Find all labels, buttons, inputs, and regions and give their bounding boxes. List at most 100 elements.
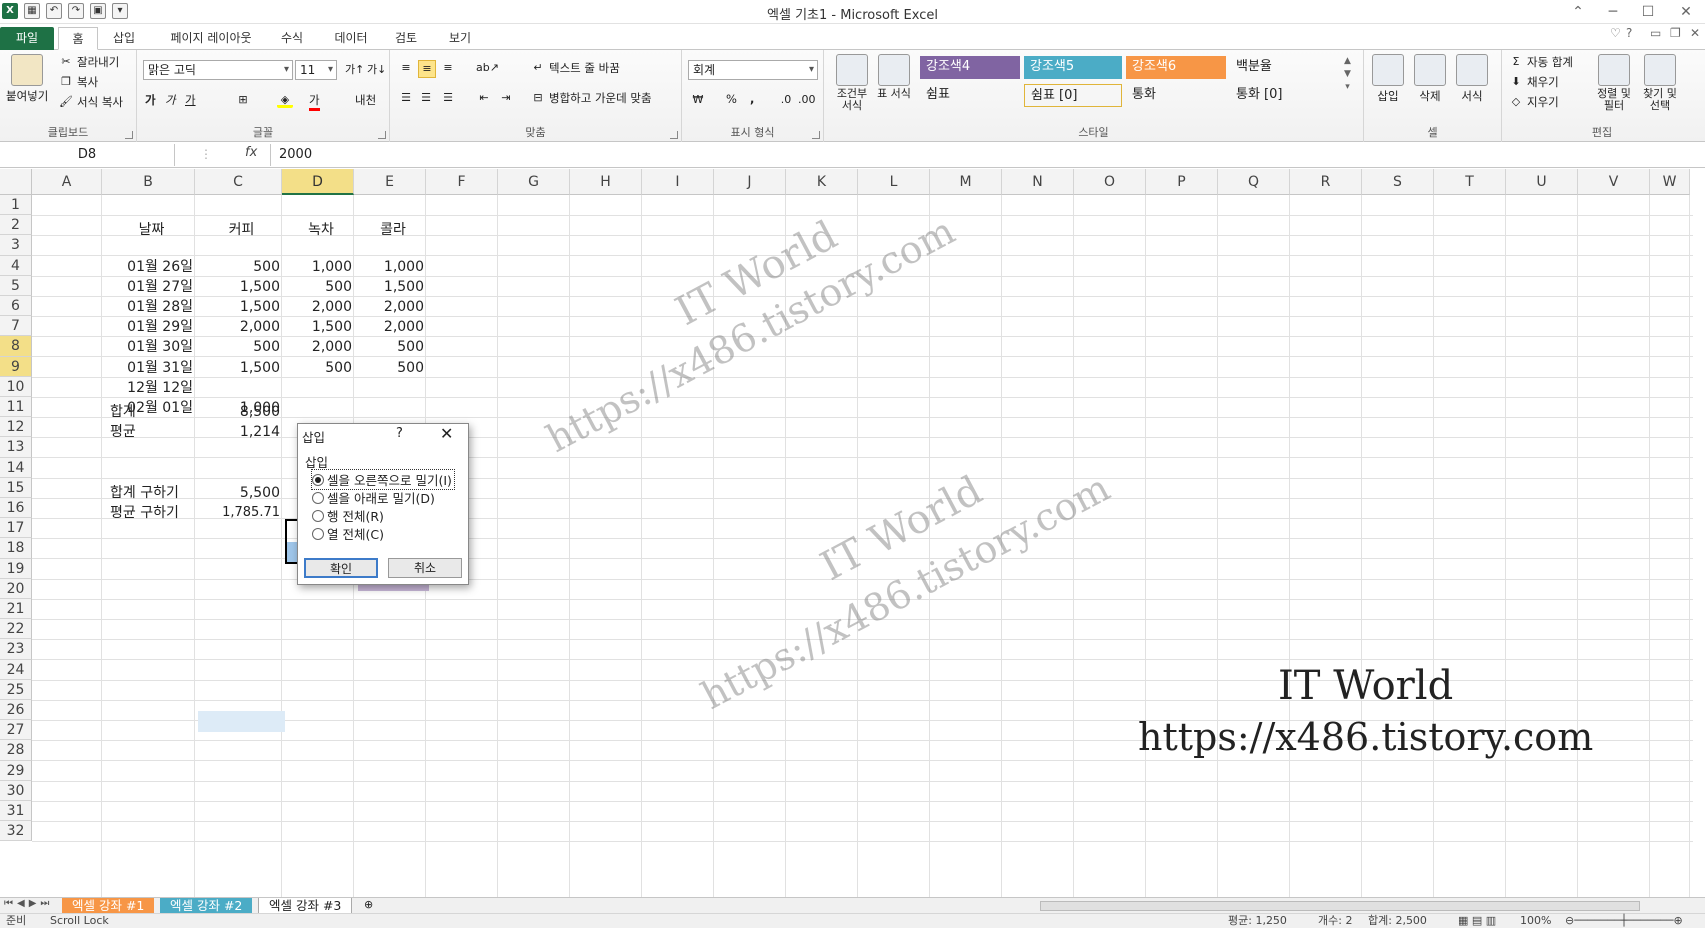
dialog-help-button[interactable]: ? xyxy=(396,426,403,441)
style-accent6[interactable]: 강조색6 xyxy=(1126,56,1226,79)
align-center-button[interactable]: ☰ xyxy=(418,90,434,106)
header-date[interactable]: 날짜 xyxy=(105,219,198,241)
row-header-32[interactable]: 32 xyxy=(0,821,32,842)
tab-file[interactable]: 파일 xyxy=(0,27,54,50)
style-accent4[interactable]: 강조색4 xyxy=(920,56,1020,79)
font-name-combo[interactable]: 맑은 고딕 xyxy=(143,60,293,80)
style-percent[interactable]: 백분율 xyxy=(1230,56,1330,79)
tab-formulas[interactable]: 수식 xyxy=(272,27,312,50)
fx-icon[interactable]: fx xyxy=(245,145,257,160)
style-accent5[interactable]: 강조색5 xyxy=(1024,56,1122,79)
cell-coffee[interactable]: 1,500 xyxy=(198,276,285,298)
bold-button[interactable]: 가 xyxy=(145,92,156,108)
total-label[interactable]: 합계 xyxy=(105,401,198,423)
increase-indent-button[interactable]: ⇥ xyxy=(498,90,514,106)
shrink-font-button[interactable]: 가↓ xyxy=(367,62,386,78)
cell-cola[interactable]: 2,000 xyxy=(357,316,429,338)
row-header-16[interactable]: 16 xyxy=(0,498,32,519)
average-value[interactable]: 1,214 xyxy=(198,421,285,443)
row-header-2[interactable]: 2 xyxy=(0,215,32,236)
view-buttons-icon[interactable]: ▦ ▤ ▥ xyxy=(1458,914,1496,928)
cell-coffee[interactable]: 1,500 xyxy=(198,357,285,379)
row-header-11[interactable]: 11 xyxy=(0,397,32,418)
row-header-9[interactable]: 9 xyxy=(0,356,32,377)
total-value[interactable]: 8,500 xyxy=(198,401,285,423)
number-format-combo[interactable]: 회계 xyxy=(688,60,818,80)
header-cola[interactable]: 콜라 xyxy=(357,219,429,241)
sum-calc-label[interactable]: 합계 구하기 xyxy=(105,482,198,504)
format-cells-button[interactable]: 서식 xyxy=(1456,54,1488,104)
sort-filter-button[interactable]: 정렬 및 필터 xyxy=(1594,54,1634,112)
cell-tea[interactable]: 500 xyxy=(285,276,357,298)
row-header-20[interactable]: 20 xyxy=(0,578,32,599)
row-header-14[interactable]: 14 xyxy=(0,457,32,478)
underline-button[interactable]: 가 xyxy=(185,92,196,108)
cell-cola[interactable]: 500 xyxy=(357,336,429,358)
column-header-c[interactable]: C xyxy=(195,169,282,195)
horizontal-scrollbar[interactable] xyxy=(1040,901,1640,911)
cell-cola[interactable]: 1,000 xyxy=(357,256,429,278)
new-sheet-icon[interactable]: ⊕ xyxy=(364,898,373,911)
row-header-29[interactable]: 29 xyxy=(0,760,32,781)
radio-entire-column[interactable]: 열 전체(C) xyxy=(312,524,384,543)
align-top-button[interactable]: ≡ xyxy=(398,60,414,76)
tab-view[interactable]: 보기 xyxy=(440,27,480,50)
average-label[interactable]: 평균 xyxy=(105,421,198,443)
column-header-s[interactable]: S xyxy=(1362,169,1434,195)
maximize-button[interactable]: ☐ xyxy=(1630,2,1666,22)
column-header-v[interactable]: V xyxy=(1578,169,1650,195)
cell-tea[interactable]: 1,000 xyxy=(285,256,357,278)
row-header-1[interactable]: 1 xyxy=(0,195,32,216)
heart-icon[interactable]: ♡ xyxy=(1610,26,1621,40)
row-header-24[interactable]: 24 xyxy=(0,659,32,680)
table-format-button[interactable]: 표 서식 xyxy=(876,54,912,100)
sheet-tab-2[interactable]: 엑셀 강좌 #2 xyxy=(160,898,253,914)
row-header-15[interactable]: 15 xyxy=(0,477,32,498)
style-comma0[interactable]: 쉼표 [0] xyxy=(1024,84,1122,107)
cell-tea[interactable] xyxy=(285,377,357,399)
row-header-6[interactable]: 6 xyxy=(0,296,32,317)
align-right-button[interactable]: ☰ xyxy=(440,90,456,106)
style-currency0[interactable]: 통화 [0] xyxy=(1230,84,1330,107)
radio-shift-down[interactable]: 셀을 아래로 밀기(D) xyxy=(312,488,435,507)
format-painter-button[interactable]: 🖌 서식 복사 xyxy=(58,94,123,110)
avg-calc-label[interactable]: 평균 구하기 xyxy=(105,502,198,524)
phonetic-button[interactable]: 내천 xyxy=(355,92,376,108)
column-header-u[interactable]: U xyxy=(1506,169,1578,195)
cell-date[interactable]: 01월 30일 xyxy=(105,336,198,358)
column-header-a[interactable]: A xyxy=(32,169,102,195)
orientation-button[interactable]: ab↗ xyxy=(476,60,499,76)
column-header-o[interactable]: O xyxy=(1074,169,1146,195)
cell-tea[interactable]: 2,000 xyxy=(285,296,357,318)
insert-cells-button[interactable]: 삽입 xyxy=(1372,54,1404,104)
currency-button[interactable]: ₩ xyxy=(690,92,706,108)
alignment-launcher-icon[interactable] xyxy=(670,131,678,139)
status-zoom[interactable]: 100% xyxy=(1520,914,1551,928)
ok-button[interactable]: 확인 xyxy=(304,558,378,578)
font-color-button[interactable]: 가 xyxy=(309,92,320,111)
column-header-i[interactable]: I xyxy=(642,169,714,195)
decrease-decimal-button[interactable]: .00 xyxy=(798,92,816,108)
window-close-icon[interactable]: ✕ xyxy=(1690,26,1700,40)
tab-insert[interactable]: 삽입 xyxy=(104,27,144,50)
styles-scroll[interactable]: ▲ ▼ ▾ xyxy=(1344,56,1351,92)
sheet-tab-3[interactable]: 엑셀 강좌 #3 xyxy=(258,898,353,914)
row-header-27[interactable]: 27 xyxy=(0,720,32,741)
row-header-18[interactable]: 18 xyxy=(0,538,32,559)
autosum-button[interactable]: Σ 자동 합계 xyxy=(1508,54,1573,70)
column-header-h[interactable]: H xyxy=(570,169,642,195)
cut-button[interactable]: ✂ 잘라내기 xyxy=(58,54,119,70)
cell-cola[interactable] xyxy=(357,377,429,399)
radio-shift-right[interactable]: 셀을 오른쪽으로 밀기(I) xyxy=(311,469,455,490)
paste-button[interactable]: 붙여넣기 xyxy=(6,54,48,104)
row-header-31[interactable]: 31 xyxy=(0,801,32,822)
cell-coffee[interactable] xyxy=(198,377,285,399)
column-header-f[interactable]: F xyxy=(426,169,498,195)
ribbon-collapse-icon[interactable]: ⌃ xyxy=(1560,2,1596,22)
cell-coffee[interactable]: 2,000 xyxy=(198,316,285,338)
cell-date[interactable]: 01월 28일 xyxy=(105,296,198,318)
row-header-10[interactable]: 10 xyxy=(0,376,32,397)
window-min-icon[interactable]: ▭ xyxy=(1650,26,1661,40)
font-launcher-icon[interactable] xyxy=(378,131,386,139)
align-bottom-button[interactable]: ≡ xyxy=(440,60,456,76)
